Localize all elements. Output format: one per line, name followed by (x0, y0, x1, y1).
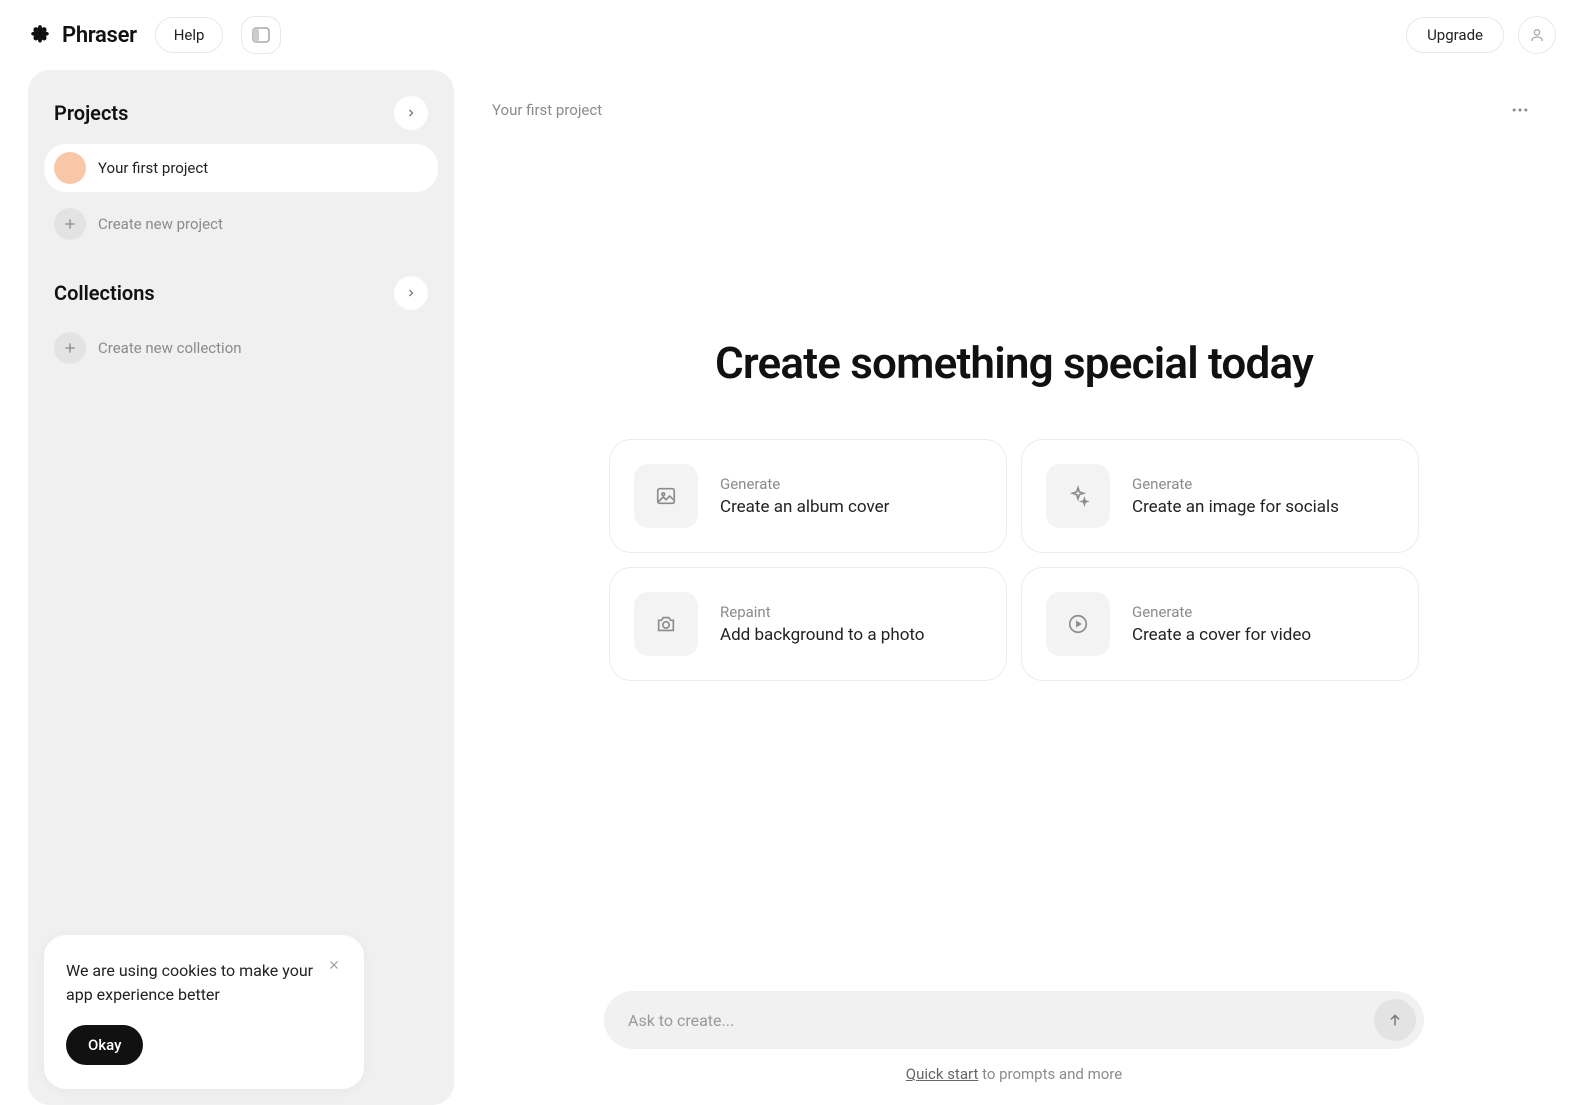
action-card-repaint[interactable]: Repaint Add background to a photo (609, 567, 1007, 681)
layout: Projects Your first project Create new p… (0, 70, 1584, 1105)
quick-start-text: to prompts and more (978, 1065, 1122, 1083)
projects-expand-button[interactable] (394, 96, 428, 130)
card-title: Create an album cover (720, 497, 889, 517)
main-panel: Your first project Create something spec… (472, 70, 1556, 1105)
projects-heading: Projects (54, 101, 128, 125)
create-collection-label: Create new collection (98, 339, 242, 357)
cookie-banner: We are using cookies to make your app ex… (44, 935, 364, 1089)
create-project-button[interactable]: Create new project (44, 200, 438, 248)
project-item[interactable]: Your first project (44, 144, 438, 192)
help-button[interactable]: Help (155, 17, 224, 53)
collections-heading-row: Collections (44, 276, 438, 324)
create-project-label: Create new project (98, 215, 223, 233)
plus-icon (54, 332, 86, 364)
quick-start-link[interactable]: Quick start (906, 1065, 979, 1083)
cookie-close-button[interactable] (322, 953, 346, 977)
chevron-right-icon (405, 107, 417, 119)
card-kicker: Generate (1132, 475, 1339, 493)
action-card-grid: Generate Create an album cover Generate … (609, 439, 1419, 681)
projects-heading-row: Projects (44, 96, 438, 144)
card-title: Create an image for socials (1132, 497, 1339, 517)
collections-expand-button[interactable] (394, 276, 428, 310)
card-title: Add background to a photo (720, 625, 925, 645)
card-title: Create a cover for video (1132, 625, 1311, 645)
projects-section: Projects Your first project Create new p… (44, 96, 438, 248)
upgrade-button[interactable]: Upgrade (1406, 17, 1504, 53)
bottom-area: Quick start to prompts and more (472, 991, 1556, 1105)
logo-text: Phraser (62, 23, 137, 48)
app-header: Phraser Help Upgrade (0, 0, 1584, 70)
project-swatch-icon (54, 152, 86, 184)
cookie-message: We are using cookies to make your app ex… (66, 959, 342, 1007)
send-button[interactable] (1374, 999, 1416, 1041)
collections-section: Collections Create new collection (44, 276, 438, 372)
prompt-bar (604, 991, 1424, 1049)
logo[interactable]: Phraser (28, 23, 137, 48)
sidebar: Projects Your first project Create new p… (28, 70, 454, 1105)
card-kicker: Generate (720, 475, 889, 493)
image-icon (634, 464, 698, 528)
play-circle-icon (1046, 592, 1110, 656)
action-card-video-cover[interactable]: Generate Create a cover for video (1021, 567, 1419, 681)
prompt-input[interactable] (628, 1011, 1374, 1030)
plus-icon (54, 208, 86, 240)
panel-toggle-button[interactable] (241, 16, 281, 54)
panel-icon (252, 27, 270, 43)
header-left: Phraser Help (28, 16, 281, 54)
card-kicker: Generate (1132, 603, 1311, 621)
user-icon (1529, 27, 1545, 43)
project-item-label: Your first project (98, 159, 208, 177)
camera-icon (634, 592, 698, 656)
logo-icon (28, 23, 52, 47)
create-collection-button[interactable]: Create new collection (44, 324, 438, 372)
chevron-right-icon (405, 287, 417, 299)
hero-title: Create something special today (715, 337, 1313, 389)
action-card-socials[interactable]: Generate Create an image for socials (1021, 439, 1419, 553)
sparkle-icon (1046, 464, 1110, 528)
card-kicker: Repaint (720, 603, 925, 621)
header-right: Upgrade (1406, 16, 1556, 54)
user-menu-button[interactable] (1518, 16, 1556, 54)
collections-heading: Collections (54, 281, 155, 305)
main-center: Create something special today Generate … (472, 76, 1556, 941)
action-card-album-cover[interactable]: Generate Create an album cover (609, 439, 1007, 553)
arrow-up-icon (1387, 1012, 1403, 1028)
cookie-okay-button[interactable]: Okay (66, 1025, 143, 1065)
quick-start-row: Quick start to prompts and more (906, 1065, 1122, 1083)
close-icon (327, 958, 341, 972)
